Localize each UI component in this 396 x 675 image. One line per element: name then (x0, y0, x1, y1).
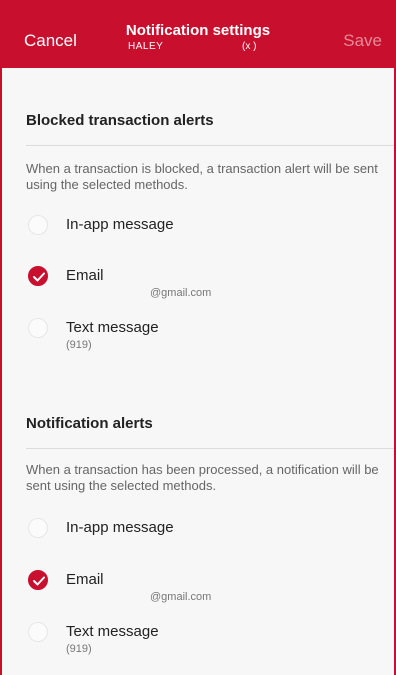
option-label: Email (66, 267, 104, 284)
email-address: @gmail.com (150, 287, 212, 299)
section-title: Notification alerts (26, 415, 153, 432)
radio-unchecked-icon[interactable] (28, 215, 48, 235)
option-label: In-app message (66, 519, 174, 536)
divider (26, 145, 394, 146)
app-frame: Cancel Notification settings HALEY (x ) … (0, 0, 396, 675)
blocked-email-option[interactable]: Email @gmail.com (26, 266, 376, 306)
account-number: (x ) (242, 41, 257, 52)
radio-checked-icon[interactable] (28, 570, 48, 590)
nav-header: Cancel Notification settings HALEY (x ) … (2, 0, 394, 68)
save-button[interactable]: Save (343, 31, 382, 51)
notification-email-option[interactable]: Email @gmail.com (26, 570, 376, 610)
account-holder-name: HALEY (128, 41, 164, 52)
radio-unchecked-icon[interactable] (28, 318, 48, 338)
blocked-inapp-option[interactable]: In-app message (26, 215, 376, 255)
radio-unchecked-icon[interactable] (28, 518, 48, 538)
section-description: When a transaction is blocked, a transac… (26, 161, 378, 192)
section-title: Blocked transaction alerts (26, 112, 214, 129)
email-address: @gmail.com (150, 591, 212, 603)
option-label: Text message (66, 623, 159, 640)
section-description: When a transaction has been processed, a… (26, 462, 379, 493)
page-title: Notification settings (125, 22, 271, 39)
notification-inapp-option[interactable]: In-app message (26, 518, 376, 558)
divider (26, 448, 394, 449)
phone-number: (919) (66, 339, 92, 351)
option-label: Text message (66, 319, 159, 336)
blocked-text-option[interactable]: Text message (919) (26, 318, 376, 358)
notification-text-option[interactable]: Text message (919) (26, 622, 376, 662)
phone-number: (919) (66, 643, 92, 655)
option-label: In-app message (66, 216, 174, 233)
option-label: Email (66, 571, 104, 588)
radio-unchecked-icon[interactable] (28, 622, 48, 642)
radio-checked-icon[interactable] (28, 266, 48, 286)
